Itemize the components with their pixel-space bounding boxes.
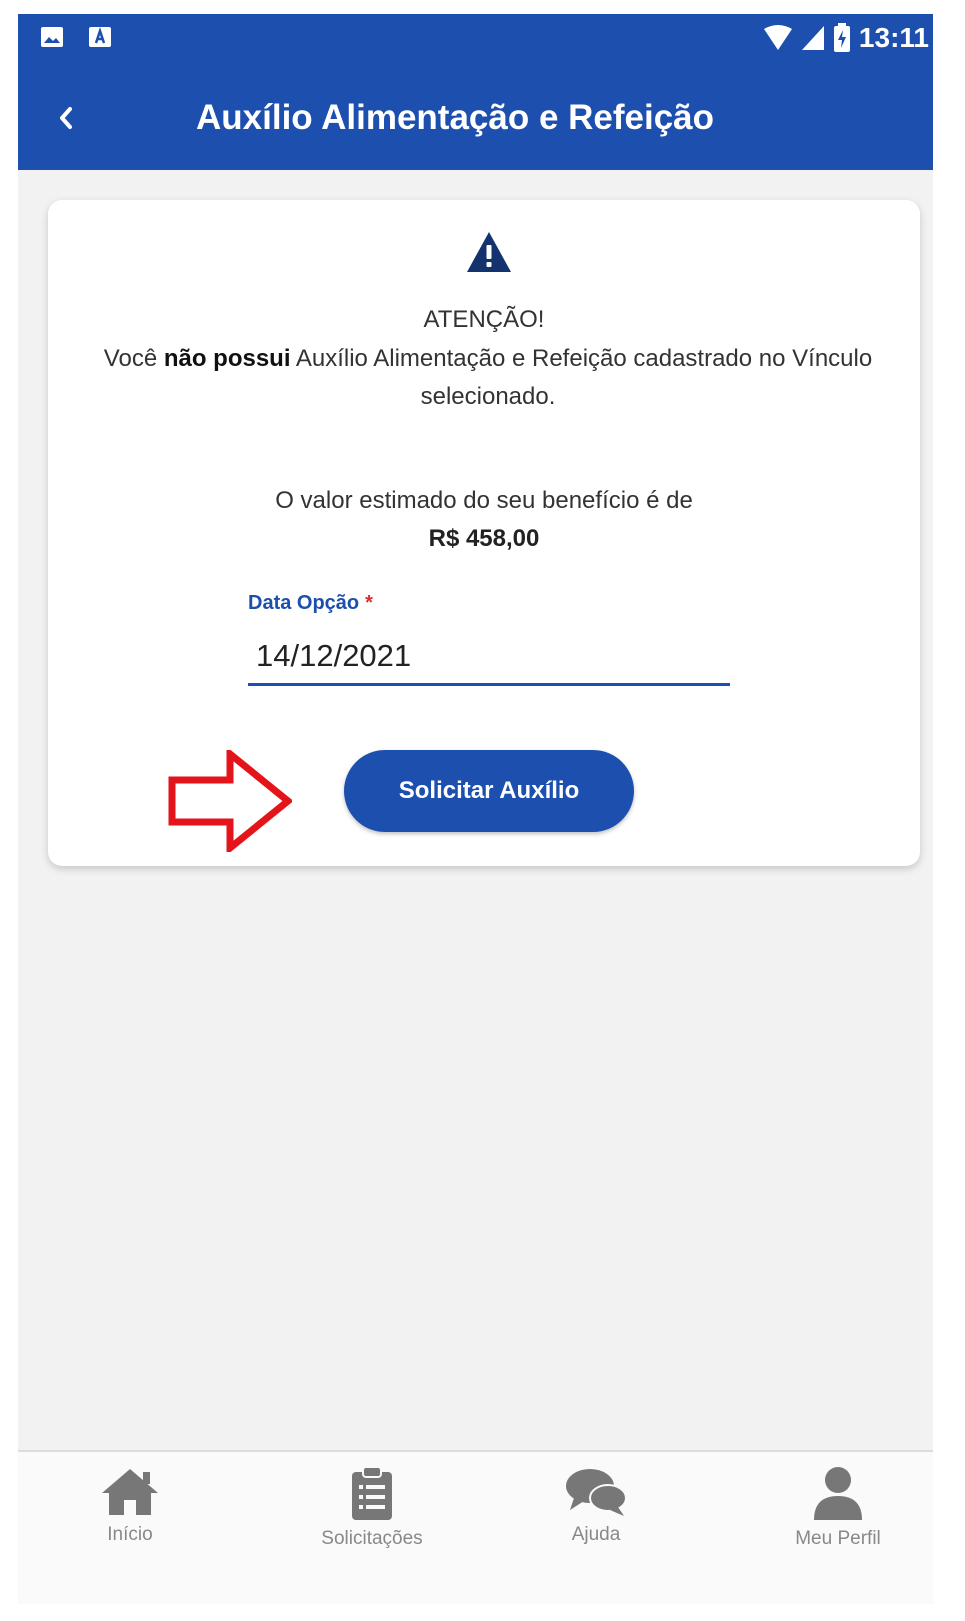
gallery-notification-icon (41, 27, 63, 47)
notice-heading: ATENÇÃO! (423, 306, 545, 333)
phone-screen: 13:11 Auxílio Alimentação e Refeição ATE… (18, 14, 933, 1604)
app-bar: Auxílio Alimentação e Refeição (18, 86, 933, 150)
nav-item-ajuda[interactable]: Ajuda (526, 1466, 666, 1586)
nav-item-meu-perfil[interactable]: Meu Perfil (768, 1466, 908, 1586)
date-option-input[interactable] (248, 628, 730, 686)
request-benefit-button[interactable]: Solicitar Auxílio (344, 750, 634, 832)
notice-message: Você não possui Auxílio Alimentação e Re… (88, 340, 888, 416)
estimate-text: O valor estimado do seu benefício é de (275, 487, 693, 514)
bottom-navigation: Início Solicitações Ajuda Meu Perfil (18, 1450, 933, 1604)
annotation-arrow-icon (168, 750, 292, 852)
date-option-label: Data Opção * (248, 592, 373, 615)
notice-message-start: Você (103, 345, 164, 372)
chevron-left-icon (60, 107, 72, 129)
nav-label-inicio: Início (107, 1524, 153, 1545)
nav-label-ajuda: Ajuda (571, 1524, 621, 1545)
status-time: 13:11 (858, 22, 929, 53)
chat-bubbles-icon (566, 1469, 627, 1516)
required-marker: * (365, 592, 373, 614)
estimate-amount: R$ 458,00 (428, 525, 540, 552)
notice-message-end: Auxílio Alimentação e Refeição cadastrad… (290, 345, 873, 410)
top-bar: 13:11 Auxílio Alimentação e Refeição (18, 14, 933, 170)
home-icon (102, 1469, 158, 1515)
notice-card: ATENÇÃO! Você não possui Auxílio Aliment… (48, 200, 920, 866)
benefit-estimate: O valor estimado do seu benefício é de R… (48, 482, 920, 558)
nav-item-solicitacoes[interactable]: Solicitações (302, 1466, 442, 1586)
date-option-label-text: Data Opção (248, 592, 360, 614)
nav-label-meu-perfil: Meu Perfil (795, 1528, 881, 1549)
app-notification-icon (89, 27, 111, 47)
page-title: Auxílio Alimentação e Refeição (196, 98, 715, 137)
user-icon (814, 1467, 862, 1520)
battery-icon (833, 23, 850, 52)
warning-icon (467, 232, 511, 272)
back-button[interactable] (46, 94, 86, 142)
wifi-icon (763, 25, 792, 50)
nav-label-solicitacoes: Solicitações (321, 1528, 423, 1549)
status-bar: 13:11 (18, 14, 933, 66)
signal-icon (801, 26, 824, 50)
notice-message-bold: não possui (163, 345, 291, 372)
nav-item-inicio[interactable]: Início (60, 1466, 200, 1586)
clipboard-icon (352, 1466, 392, 1520)
